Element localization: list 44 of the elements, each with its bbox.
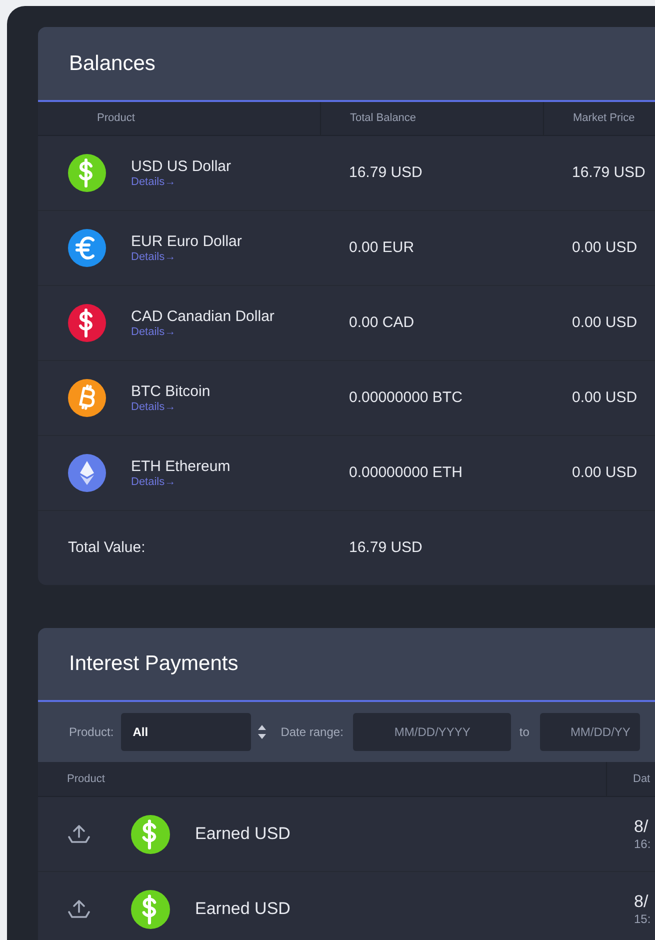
market-price: 0.00 USD [572,388,638,408]
upload-icon [67,899,91,919]
details-link[interactable]: Details→ [131,176,176,189]
market-price: 0.00 USD [572,462,638,483]
product-name: BTC Bitcoin [131,382,210,401]
market-price: 0.00 USD [572,238,638,258]
total-balance: 0.00 CAD [349,312,414,333]
total-balance: 16.79 USD [349,162,422,183]
payment-time: 16: [634,837,652,851]
column-header: Market Price [573,111,635,126]
product-select[interactable]: All [120,713,251,751]
sort-arrows-icon[interactable] [256,723,267,741]
column-header: Total Balance [350,111,416,126]
market-price: 0.00 USD [572,312,638,333]
filter-label: Product: [69,724,114,741]
total-balance: 0.00000000 BTC [349,388,462,408]
payment-time: 15: [634,912,652,926]
payment-name: Earned USD [195,898,290,920]
column-header: Dat [633,772,650,787]
filter-label: to [519,724,530,741]
details-link[interactable]: Details→ [131,401,176,414]
product-name: EUR Euro Dollar [131,232,242,251]
payment-name: Earned USD [195,823,290,846]
upload-icon [67,824,91,844]
card-title: Interest Payments [69,651,238,678]
date-to-field[interactable]: MM/DD/YY [540,713,640,751]
details-link[interactable]: Details→ [131,326,176,339]
total-value-label: Total Value: [68,538,146,558]
date-from-field[interactable]: MM/DD/YYYY [353,713,512,751]
column-header: Product [97,111,135,126]
total-balance: 0.00000000 ETH [349,462,462,483]
payment-date: 8/ [634,817,650,837]
details-link[interactable]: Details→ [131,476,176,489]
details-link[interactable]: Details→ [131,251,176,264]
total-balance: 0.00 EUR [349,238,414,258]
total-value: 16.79 USD [349,538,422,558]
column-header: Product [67,772,105,787]
product-name: USD US Dollar [131,157,232,176]
payment-date: 8/ [634,892,650,912]
product-name: ETH Ethereum [131,457,230,476]
filter-label: Date range: [280,724,344,741]
product-name: CAD Canadian Dollar [131,307,274,326]
market-price: 16.79 USD [572,162,646,183]
card-title: Balances [69,50,156,77]
